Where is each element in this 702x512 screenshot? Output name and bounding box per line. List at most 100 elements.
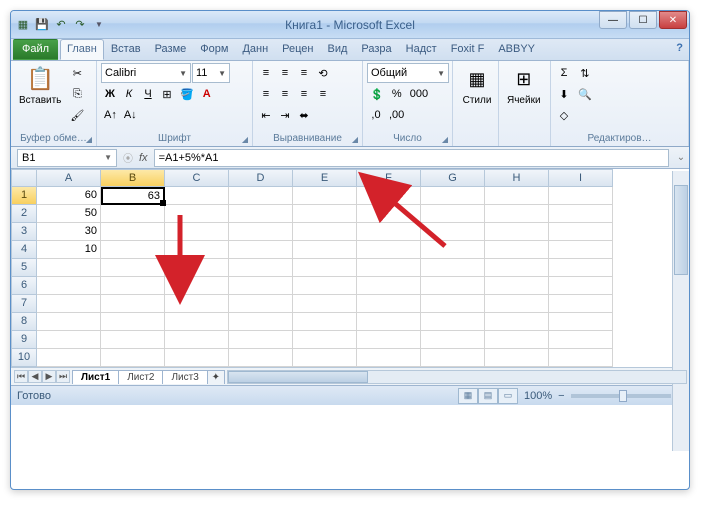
horizontal-scrollbar[interactable] <box>227 370 687 384</box>
cell-C9[interactable] <box>165 331 229 349</box>
wrap-text-button[interactable]: ≡ <box>314 84 332 104</box>
col-header-C[interactable]: C <box>165 169 229 187</box>
cell-F8[interactable] <box>357 313 421 331</box>
cell-A7[interactable] <box>37 295 101 313</box>
cell-B3[interactable] <box>101 223 165 241</box>
tab-review[interactable]: Рецен <box>275 39 320 60</box>
cell-G7[interactable] <box>421 295 485 313</box>
underline-button[interactable]: Ч <box>139 84 157 104</box>
cell-H4[interactable] <box>485 241 549 259</box>
find-select-button[interactable]: 🔍 <box>575 84 595 104</box>
new-sheet-button[interactable]: ✦ <box>207 370 225 384</box>
row-header-7[interactable]: 7 <box>11 295 37 313</box>
paste-button[interactable]: 📋 Вставить <box>15 63 65 108</box>
cell-A9[interactable] <box>37 331 101 349</box>
cell-C6[interactable] <box>165 277 229 295</box>
decrease-decimal-button[interactable]: ,00 <box>386 105 407 125</box>
fill-button[interactable]: ⬇ <box>555 84 573 104</box>
cell-B5[interactable] <box>101 259 165 277</box>
cell-H3[interactable] <box>485 223 549 241</box>
cell-H5[interactable] <box>485 259 549 277</box>
row-header-6[interactable]: 6 <box>11 277 37 295</box>
cell-I5[interactable] <box>549 259 613 277</box>
col-header-F[interactable]: F <box>357 169 421 187</box>
cell-E10[interactable] <box>293 349 357 367</box>
cell-I4[interactable] <box>549 241 613 259</box>
minimize-button[interactable]: — <box>599 11 627 29</box>
cell-C2[interactable] <box>165 205 229 223</box>
italic-button[interactable]: К <box>120 84 138 104</box>
tab-home[interactable]: Главн <box>60 39 104 60</box>
zoom-level[interactable]: 100% <box>524 390 552 402</box>
save-icon[interactable]: 💾 <box>34 17 50 33</box>
sheet-tab-3[interactable]: Лист3 <box>162 370 207 384</box>
cell-I1[interactable] <box>549 187 613 205</box>
bold-button[interactable]: Ж <box>101 84 119 104</box>
cell-E4[interactable] <box>293 241 357 259</box>
cell-C1[interactable] <box>165 187 229 205</box>
tab-layout[interactable]: Разме <box>148 39 194 60</box>
cell-D1[interactable] <box>229 187 293 205</box>
cell-C5[interactable] <box>165 259 229 277</box>
cell-G10[interactable] <box>421 349 485 367</box>
col-header-H[interactable]: H <box>485 169 549 187</box>
sheet-nav-last[interactable]: ⏭ <box>56 370 70 383</box>
cell-F10[interactable] <box>357 349 421 367</box>
alignment-launcher[interactable]: ◢ <box>349 133 361 145</box>
clear-button[interactable]: ◇ <box>555 105 573 125</box>
tab-addins[interactable]: Надст <box>399 39 444 60</box>
align-center-button[interactable]: ≡ <box>276 84 294 104</box>
cell-B9[interactable] <box>101 331 165 349</box>
cell-I3[interactable] <box>549 223 613 241</box>
cell-F7[interactable] <box>357 295 421 313</box>
cell-D6[interactable] <box>229 277 293 295</box>
number-launcher[interactable]: ◢ <box>439 133 451 145</box>
zoom-thumb[interactable] <box>619 390 627 402</box>
cell-A5[interactable] <box>37 259 101 277</box>
cell-D8[interactable] <box>229 313 293 331</box>
comma-button[interactable]: 000 <box>407 84 431 104</box>
cell-I2[interactable] <box>549 205 613 223</box>
tab-developer[interactable]: Разра <box>354 39 398 60</box>
copy-button[interactable]: ⎘ <box>67 84 87 104</box>
sheet-nav-next[interactable]: ▶ <box>42 370 56 383</box>
cell-F1[interactable] <box>357 187 421 205</box>
cell-E8[interactable] <box>293 313 357 331</box>
col-header-I[interactable]: I <box>549 169 613 187</box>
font-color-button[interactable]: A <box>198 84 216 104</box>
fill-handle[interactable] <box>160 200 166 206</box>
cell-C7[interactable] <box>165 295 229 313</box>
cell-G9[interactable] <box>421 331 485 349</box>
align-top-button[interactable]: ≡ <box>257 63 275 83</box>
cell-D2[interactable] <box>229 205 293 223</box>
cell-E6[interactable] <box>293 277 357 295</box>
cell-D3[interactable] <box>229 223 293 241</box>
cell-A4[interactable]: 10 <box>37 241 101 259</box>
cell-H7[interactable] <box>485 295 549 313</box>
cell-E3[interactable] <box>293 223 357 241</box>
cell-C4[interactable] <box>165 241 229 259</box>
cell-C3[interactable] <box>165 223 229 241</box>
cell-D7[interactable] <box>229 295 293 313</box>
cell-H2[interactable] <box>485 205 549 223</box>
tab-data[interactable]: Данн <box>235 39 275 60</box>
clipboard-launcher[interactable]: ◢ <box>83 133 95 145</box>
cell-B8[interactable] <box>101 313 165 331</box>
cell-I6[interactable] <box>549 277 613 295</box>
cell-F3[interactable] <box>357 223 421 241</box>
cells-button[interactable]: ⊞ Ячейки <box>503 63 545 108</box>
cell-G3[interactable] <box>421 223 485 241</box>
decrease-indent-button[interactable]: ⇤ <box>257 105 275 125</box>
select-all-corner[interactable] <box>11 169 37 187</box>
tab-insert[interactable]: Встав <box>104 39 148 60</box>
font-name-combo[interactable]: Calibri▼ <box>101 63 191 83</box>
help-icon[interactable]: ? <box>670 39 689 60</box>
align-left-button[interactable]: ≡ <box>257 84 275 104</box>
shrink-font-button[interactable]: A↓ <box>121 105 140 125</box>
cell-A1[interactable]: 60 <box>37 187 101 205</box>
cell-E1[interactable] <box>293 187 357 205</box>
cell-H10[interactable] <box>485 349 549 367</box>
align-bottom-button[interactable]: ≡ <box>295 63 313 83</box>
cell-G2[interactable] <box>421 205 485 223</box>
row-header-9[interactable]: 9 <box>11 331 37 349</box>
